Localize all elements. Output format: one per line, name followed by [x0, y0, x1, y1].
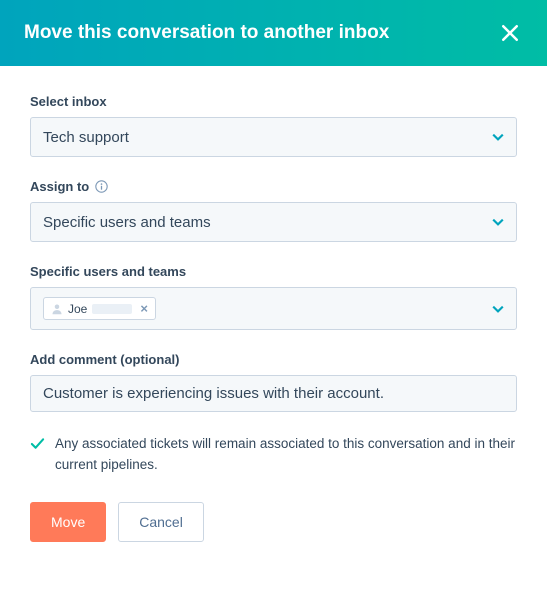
caret-down-icon — [492, 216, 504, 228]
modal-title: Move this conversation to another inbox — [24, 22, 389, 44]
select-inbox-value: Tech support — [43, 129, 129, 146]
cancel-button[interactable]: Cancel — [118, 502, 204, 542]
check-icon — [30, 436, 45, 451]
chip-surname-redacted — [92, 304, 132, 314]
specific-users-dropdown[interactable]: Joe × — [30, 287, 517, 330]
chip-container: Joe × — [43, 297, 492, 320]
select-inbox-field: Select inbox Tech support — [30, 94, 517, 157]
assign-to-label: Assign to — [30, 179, 517, 194]
chip-remove-button[interactable]: × — [140, 301, 148, 316]
specific-users-field: Specific users and teams Joe × — [30, 264, 517, 330]
select-inbox-label: Select inbox — [30, 94, 517, 109]
assign-to-value: Specific users and teams — [43, 214, 211, 231]
select-inbox-dropdown[interactable]: Tech support — [30, 117, 517, 157]
ticket-notice: Any associated tickets will remain assoc… — [30, 434, 517, 476]
info-icon[interactable] — [95, 180, 108, 193]
chip-name: Joe — [68, 302, 87, 316]
caret-down-icon — [492, 303, 504, 315]
close-icon — [501, 24, 519, 42]
modal-header: Move this conversation to another inbox — [0, 0, 547, 66]
comment-field: Add comment (optional) — [30, 352, 517, 412]
user-chip: Joe × — [43, 297, 156, 320]
specific-users-label: Specific users and teams — [30, 264, 517, 279]
comment-label: Add comment (optional) — [30, 352, 517, 367]
avatar-icon — [51, 303, 63, 315]
close-button[interactable] — [497, 20, 523, 46]
assign-to-dropdown[interactable]: Specific users and teams — [30, 202, 517, 242]
notice-text: Any associated tickets will remain assoc… — [55, 434, 517, 476]
caret-down-icon — [492, 131, 504, 143]
action-buttons: Move Cancel — [30, 502, 517, 542]
assign-to-field: Assign to Specific users and teams — [30, 179, 517, 242]
move-button[interactable]: Move — [30, 502, 106, 542]
comment-input[interactable] — [30, 375, 517, 412]
modal-body: Select inbox Tech support Assign to Spec… — [0, 66, 547, 572]
